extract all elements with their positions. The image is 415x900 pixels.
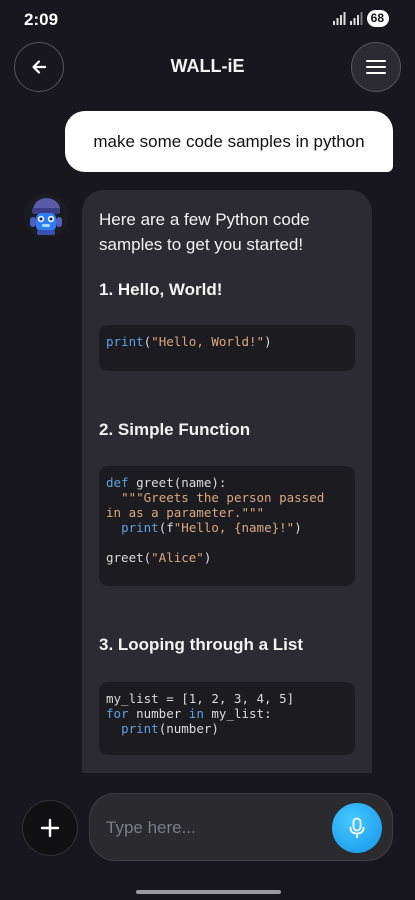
message-input[interactable] — [106, 814, 326, 842]
signal-icon — [332, 12, 346, 25]
section-heading: 2. Simple Function — [99, 420, 251, 439]
add-attachment-button[interactable] — [22, 800, 78, 856]
plus-icon — [40, 818, 60, 838]
code-line: print("Hello, World!") — [106, 334, 272, 349]
status-bar: 2:09 68 — [0, 0, 415, 38]
signal-icon-2 — [349, 12, 363, 25]
status-time: 2:09 — [24, 10, 59, 29]
robot-avatar-icon — [23, 193, 69, 239]
user-message-bubble: make some code samples in python — [65, 111, 393, 172]
microphone-button[interactable] — [332, 803, 382, 853]
user-message-text: make some code samples in python — [93, 131, 365, 151]
status-icons: 68 — [332, 10, 389, 27]
code-line: greet("Alice") — [106, 550, 212, 565]
code-block: def greet(name): """Greets the person pa… — [99, 466, 355, 586]
code-line: """Greets the person passed — [121, 490, 325, 505]
code-line: def greet(name): — [106, 475, 227, 490]
code-block: print("Hello, World!") — [99, 325, 355, 371]
assistant-message-card: Here are a few Python code samples to ge… — [82, 190, 372, 773]
battery-level: 68 — [370, 11, 384, 25]
menu-button[interactable] — [351, 42, 401, 92]
home-indicator[interactable] — [136, 890, 281, 894]
code-line: in as a parameter.""" — [106, 505, 265, 520]
code-line: my_list = [1, 2, 3, 4, 5] — [106, 691, 295, 706]
assistant-intro-text: Here are a few Python code samples to ge… — [99, 210, 310, 254]
hamburger-menu-icon — [366, 60, 386, 74]
header: WALL-iE — [0, 42, 415, 94]
code-block: my_list = [1, 2, 3, 4, 5] for number in … — [99, 682, 355, 755]
code-line: for number in my_list: — [106, 706, 272, 721]
section-heading: 1. Hello, World! — [99, 280, 223, 299]
code-line: print(f"Hello, {name}!") — [121, 520, 302, 535]
battery-indicator: 68 — [366, 10, 389, 27]
section-heading: 3. Looping through a List — [99, 635, 303, 654]
message-input-container — [89, 793, 393, 861]
microphone-icon — [349, 817, 365, 839]
code-line: print(number) — [121, 721, 219, 736]
